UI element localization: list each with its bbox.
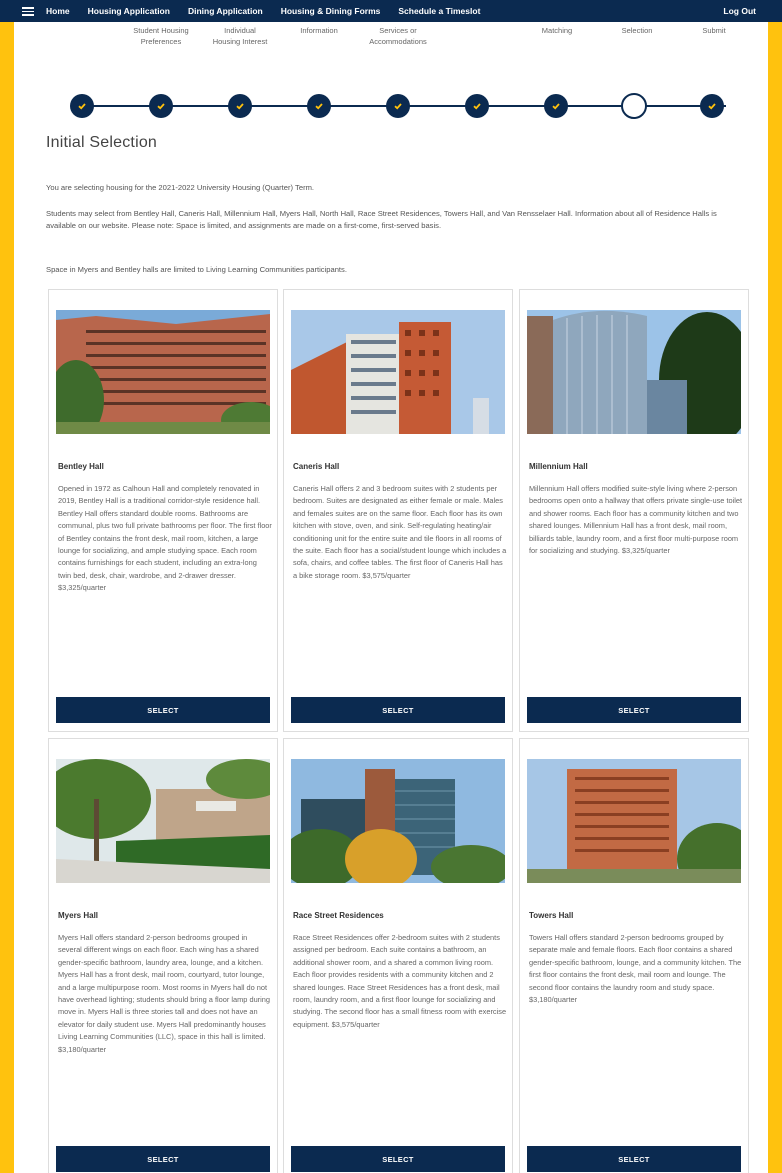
- select-millennium-button[interactable]: SELECT: [527, 697, 741, 723]
- intro-halls: Students may select from Bentley Hall, C…: [46, 209, 717, 230]
- select-race-street-button[interactable]: SELECT: [291, 1146, 505, 1172]
- step-label-matching: Matching: [541, 26, 573, 35]
- bentley-hall-photo: [56, 310, 270, 434]
- step-1-check-icon[interactable]: [70, 94, 94, 118]
- step-5-check-icon[interactable]: [386, 94, 410, 118]
- step-label-information: Information: [300, 26, 338, 35]
- hall-name: Caneris Hall: [293, 462, 340, 471]
- hall-name: Towers Hall: [529, 911, 574, 920]
- myers-hall-photo: [56, 759, 270, 883]
- step-3-check-icon[interactable]: [228, 94, 252, 118]
- step-4-check-icon[interactable]: [307, 94, 331, 118]
- step-labels: Student Housing Preferences Individual H…: [14, 22, 768, 82]
- hamburger-menu-icon[interactable]: [22, 6, 34, 16]
- hall-name: Race Street Residences: [293, 911, 384, 920]
- hall-card-caneris: Caneris Hall Caneris Hall offers 2 and 3…: [283, 289, 513, 732]
- nav-link-housing-application[interactable]: Housing Application: [88, 6, 170, 16]
- select-myers-button[interactable]: SELECT: [56, 1146, 270, 1172]
- top-nav: Home Housing Application Dining Applicat…: [0, 0, 782, 22]
- logout-link[interactable]: Log Out: [723, 6, 756, 16]
- nav-link-dining-application[interactable]: Dining Application: [188, 6, 263, 16]
- step-7-check-icon[interactable]: [544, 94, 568, 118]
- millennium-hall-photo: [527, 310, 741, 434]
- hall-card-towers: Towers Hall Towers Hall offers standard …: [519, 738, 749, 1173]
- step-label-submit: Submit: [702, 26, 726, 35]
- hall-card-bentley: Bentley Hall Opened in 1972 as Calhoun H…: [48, 289, 278, 732]
- step-9-check-icon[interactable]: [700, 94, 724, 118]
- hall-name: Myers Hall: [58, 911, 99, 920]
- hall-description: Caneris Hall offers 2 and 3 bedroom suit…: [293, 484, 507, 580]
- nav-link-home[interactable]: Home: [46, 6, 70, 16]
- hall-description: Opened in 1972 as Calhoun Hall and compl…: [58, 484, 272, 593]
- step-label-selection: Selection: [621, 26, 653, 35]
- step-8-current-icon[interactable]: [621, 93, 647, 119]
- hall-description: Towers Hall offers standard 2-person bed…: [529, 933, 742, 1005]
- select-caneris-button[interactable]: SELECT: [291, 697, 505, 723]
- nav-link-schedule-timeslot[interactable]: Schedule a Timeslot: [398, 6, 480, 16]
- hall-card-myers: Myers Hall Myers Hall offers standard 2-…: [48, 738, 278, 1173]
- hall-card-millennium: Millennium Hall Millennium Hall offers m…: [519, 289, 749, 732]
- step-6-check-icon[interactable]: [465, 94, 489, 118]
- intro-space-note: Space in Myers and Bentley halls are lim…: [46, 265, 347, 274]
- select-bentley-button[interactable]: SELECT: [56, 697, 270, 723]
- hall-description: Myers Hall offers standard 2-person bedr…: [58, 933, 271, 1054]
- hall-description: Millennium Hall offers modified suite-st…: [529, 484, 743, 556]
- intro-term: You are selecting housing for the 2021-2…: [46, 183, 315, 192]
- hall-description: Race Street Residences offer 2-bedroom s…: [293, 933, 507, 1029]
- hall-card-race-street: Race Street Residences Race Street Resid…: [283, 738, 513, 1173]
- select-towers-button[interactable]: SELECT: [527, 1146, 741, 1172]
- towers-hall-photo: [527, 759, 741, 883]
- step-label-preferences: Student Housing Preferences: [133, 26, 189, 46]
- nav-link-housing-dining-forms[interactable]: Housing & Dining Forms: [281, 6, 381, 16]
- race-street-photo: [291, 759, 505, 883]
- hall-name: Millennium Hall: [529, 462, 588, 471]
- hall-name: Bentley Hall: [58, 462, 104, 471]
- page-frame: Student Housing Preferences Individual H…: [14, 10, 768, 1173]
- caneris-hall-photo: [291, 310, 505, 434]
- step-2-check-icon[interactable]: [149, 94, 173, 118]
- step-label-interest: Individual Housing Interest: [212, 26, 268, 46]
- step-label-accommodations: Services or Accommodations: [369, 26, 427, 46]
- page-title: Initial Selection: [46, 134, 158, 151]
